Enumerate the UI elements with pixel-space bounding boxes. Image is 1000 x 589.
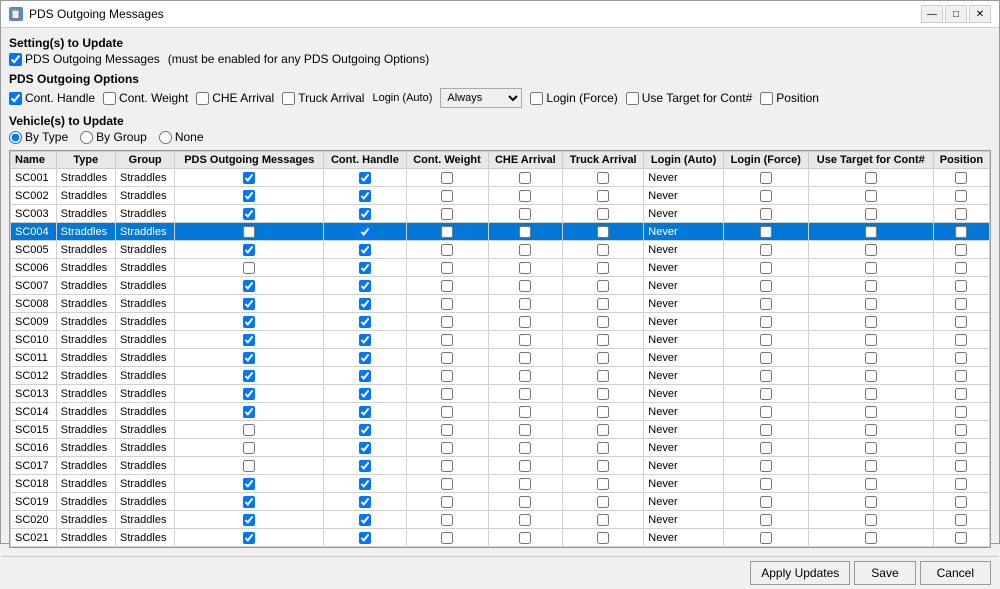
table-row[interactable]: SC005StraddlesStraddlesNever	[11, 241, 990, 259]
cont-handle-option: Cont. Handle	[9, 91, 95, 105]
position-label: Position	[776, 91, 819, 105]
title-bar-left: 📋 PDS Outgoing Messages	[9, 7, 164, 21]
col-type: Type	[56, 152, 115, 169]
truck-arrival-label: Truck Arrival	[298, 91, 364, 105]
col-truck-arrival: Truck Arrival	[563, 152, 644, 169]
table-row[interactable]: SC004StraddlesStraddlesNever	[11, 223, 990, 241]
table-row[interactable]: SC003StraddlesStraddlesNever	[11, 205, 990, 223]
table-row[interactable]: SC018StraddlesStraddlesNever	[11, 475, 990, 493]
table-row[interactable]: SC002StraddlesStraddlesNever	[11, 187, 990, 205]
che-arrival-checkbox[interactable]	[196, 92, 209, 105]
col-che-arrival: CHE Arrival	[488, 152, 563, 169]
che-arrival-option: CHE Arrival	[196, 91, 274, 105]
table-body: SC001StraddlesStraddlesNeverSC002Straddl…	[11, 169, 990, 547]
login-auto-select[interactable]: Always Never Conditional	[440, 88, 522, 108]
by-type-radio[interactable]	[9, 131, 22, 144]
col-name: Name	[11, 152, 57, 169]
app-icon: 📋	[9, 7, 23, 21]
che-arrival-label: CHE Arrival	[212, 91, 274, 105]
table-row[interactable]: SC006StraddlesStraddlesNever	[11, 259, 990, 277]
cont-weight-label: Cont. Weight	[119, 91, 188, 105]
table-row[interactable]: SC015StraddlesStraddlesNever	[11, 421, 990, 439]
table-row[interactable]: SC019StraddlesStraddlesNever	[11, 493, 990, 511]
table-row[interactable]: SC016StraddlesStraddlesNever	[11, 439, 990, 457]
minimize-button[interactable]: —	[921, 5, 943, 23]
use-target-checkbox[interactable]	[626, 92, 639, 105]
table-row[interactable]: SC011StraddlesStraddlesNever	[11, 349, 990, 367]
window-title: PDS Outgoing Messages	[29, 7, 164, 21]
table-row[interactable]: SC017StraddlesStraddlesNever	[11, 457, 990, 475]
apply-updates-button[interactable]: Apply Updates	[750, 561, 850, 585]
login-force-option: Login (Force)	[530, 91, 617, 105]
window-controls: — □ ✕	[921, 5, 991, 23]
vehicles-section-label: Vehicle(s) to Update	[9, 114, 991, 128]
title-bar: 📋 PDS Outgoing Messages — □ ✕	[1, 1, 999, 28]
options-section: PDS Outgoing Options Cont. Handle Cont. …	[9, 72, 991, 110]
pds-messages-checkbox-item: PDS Outgoing Messages	[9, 52, 160, 66]
col-login-force: Login (Force)	[723, 152, 808, 169]
cont-weight-checkbox[interactable]	[103, 92, 116, 105]
footer: Apply Updates Save Cancel	[1, 556, 999, 589]
none-radio-item: None	[159, 130, 204, 144]
cont-weight-option: Cont. Weight	[103, 91, 188, 105]
table-header-row: Name Type Group PDS Outgoing Messages Co…	[11, 152, 990, 169]
pds-messages-note: (must be enabled for any PDS Outgoing Op…	[168, 52, 429, 66]
truck-arrival-option: Truck Arrival	[282, 91, 364, 105]
table-row[interactable]: SC013StraddlesStraddlesNever	[11, 385, 990, 403]
main-window: 📋 PDS Outgoing Messages — □ ✕ Setting(s)…	[0, 0, 1000, 544]
table-row[interactable]: SC014StraddlesStraddlesNever	[11, 403, 990, 421]
vehicles-row: By Type By Group None	[9, 130, 991, 144]
data-table-container[interactable]: Name Type Group PDS Outgoing Messages Co…	[9, 150, 991, 548]
vehicles-section: Vehicle(s) to Update By Type By Group No…	[9, 114, 991, 146]
table-row[interactable]: SC009StraddlesStraddlesNever	[11, 313, 990, 331]
none-radio[interactable]	[159, 131, 172, 144]
pds-messages-checkbox[interactable]	[9, 53, 22, 66]
position-checkbox[interactable]	[760, 92, 773, 105]
by-group-radio[interactable]	[80, 131, 93, 144]
maximize-button[interactable]: □	[945, 5, 967, 23]
col-cont-handle: Cont. Handle	[324, 152, 406, 169]
settings-section: Setting(s) to Update PDS Outgoing Messag…	[9, 36, 991, 68]
table-row[interactable]: SC010StraddlesStraddlesNever	[11, 331, 990, 349]
table-row[interactable]: SC012StraddlesStraddlesNever	[11, 367, 990, 385]
close-button[interactable]: ✕	[969, 5, 991, 23]
by-type-radio-item: By Type	[9, 130, 68, 144]
login-auto-text: Login (Auto)	[372, 92, 432, 104]
position-option: Position	[760, 91, 819, 105]
vehicles-table: Name Type Group PDS Outgoing Messages Co…	[10, 151, 990, 547]
use-target-option: Use Target for Cont#	[626, 91, 753, 105]
col-group: Group	[115, 152, 174, 169]
login-force-label: Login (Force)	[546, 91, 617, 105]
settings-row: PDS Outgoing Messages (must be enabled f…	[9, 52, 991, 66]
login-force-checkbox[interactable]	[530, 92, 543, 105]
save-button[interactable]: Save	[854, 561, 915, 585]
pds-messages-label: PDS Outgoing Messages	[25, 52, 160, 66]
options-row: Cont. Handle Cont. Weight CHE Arrival Tr…	[9, 88, 991, 108]
table-row[interactable]: SC001StraddlesStraddlesNever	[11, 169, 990, 187]
use-target-label: Use Target for Cont#	[642, 91, 753, 105]
table-row[interactable]: SC007StraddlesStraddlesNever	[11, 277, 990, 295]
settings-section-label: Setting(s) to Update	[9, 36, 991, 50]
col-position: Position	[933, 152, 989, 169]
cont-handle-label: Cont. Handle	[25, 91, 95, 105]
none-label: None	[175, 130, 204, 144]
truck-arrival-checkbox[interactable]	[282, 92, 295, 105]
table-row[interactable]: SC020StraddlesStraddlesNever	[11, 511, 990, 529]
cancel-button[interactable]: Cancel	[920, 561, 991, 585]
table-row[interactable]: SC008StraddlesStraddlesNever	[11, 295, 990, 313]
by-group-label: By Group	[96, 130, 147, 144]
col-login-auto: Login (Auto)	[644, 152, 724, 169]
by-group-radio-item: By Group	[80, 130, 147, 144]
footer-right: Apply Updates Save Cancel	[750, 561, 991, 585]
col-pds: PDS Outgoing Messages	[175, 152, 324, 169]
col-use-target: Use Target for Cont#	[808, 152, 933, 169]
content-area: Setting(s) to Update PDS Outgoing Messag…	[1, 28, 999, 556]
col-cont-weight: Cont. Weight	[406, 152, 488, 169]
cont-handle-checkbox[interactable]	[9, 92, 22, 105]
options-section-label: PDS Outgoing Options	[9, 72, 991, 86]
by-type-label: By Type	[25, 130, 68, 144]
